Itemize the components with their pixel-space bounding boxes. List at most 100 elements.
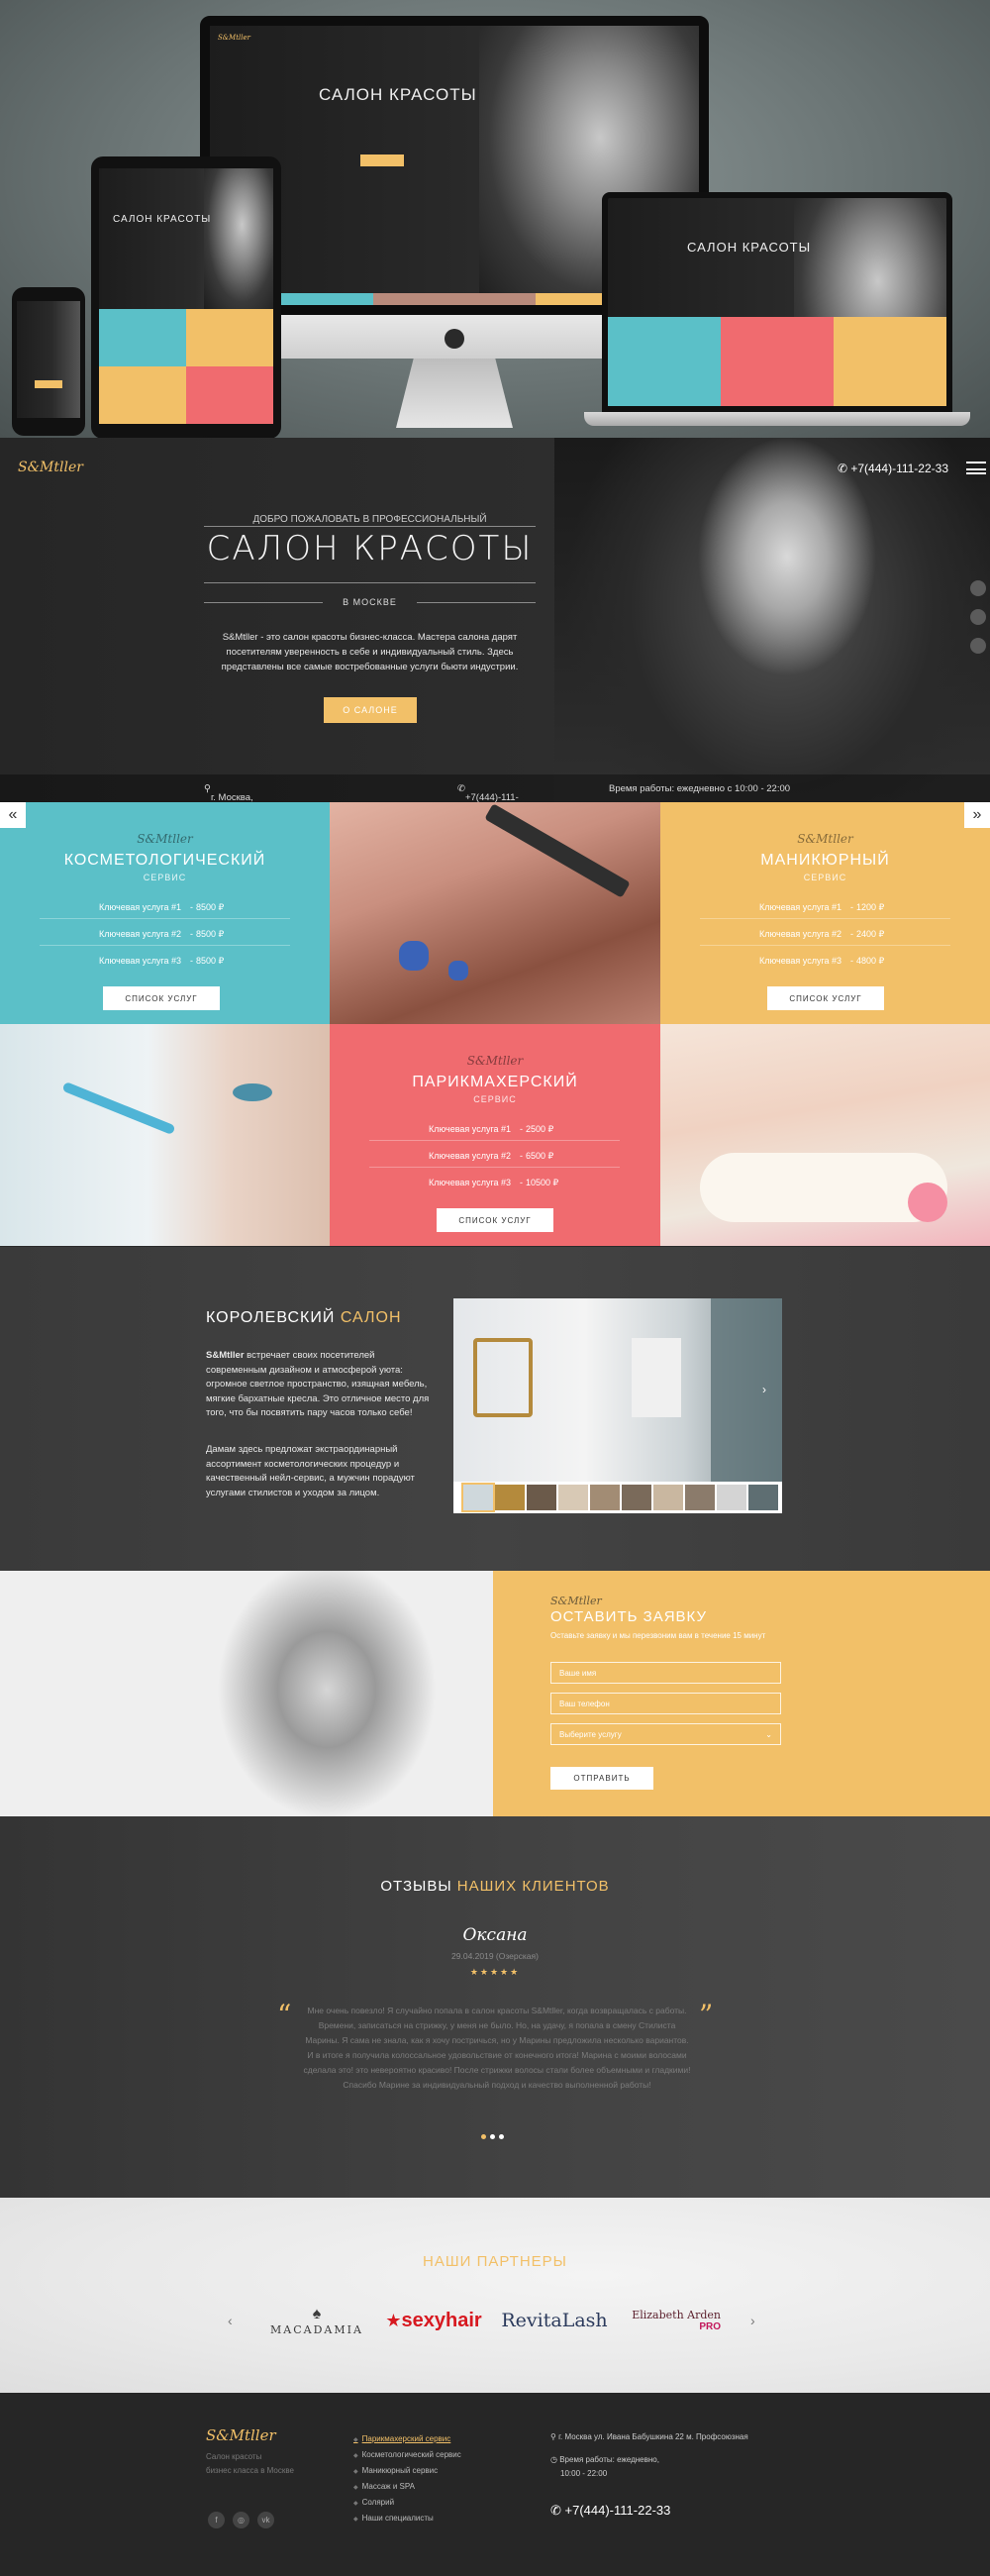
reviews-section: ОТЗЫВЫ НАШИХ КЛИЕНТОВ Оксана 29.04.2019 … [0,1816,990,2198]
partner-logo-sexyhair[interactable]: ★ sexyhair [384,2301,483,2340]
site-logo[interactable]: S&Mtller [18,460,83,475]
gallery-thumb[interactable] [461,1483,495,1512]
name-input[interactable]: Ваше имя [550,1662,781,1684]
gallery-next-icon[interactable]: › [762,1383,766,1396]
review-stars: ★★★★★ [469,1967,521,1977]
service-price: 1200 ₽ [856,902,885,912]
footer-logo[interactable]: S&Mtller [206,2426,276,2444]
hero-info-bar: ⚲ г. Москва, ул. Ивана Москвина 33/1 ✆ +… [0,774,990,802]
vk-icon[interactable]: vk [257,2512,274,2528]
hero-social-icons [970,580,986,667]
footer-hours-label: ◷ Время работы: ежедневно, [550,2455,659,2464]
partners-section: НАШИ ПАРТНЕРЫ ‹ ♠ MACADAMIA ★ sexyhair R… [0,2198,990,2393]
services-next-arrow[interactable]: » [964,802,990,828]
gallery-thumb[interactable] [495,1485,525,1510]
hero-title: САЛОН КРАСОТЫ [206,529,534,568]
footer-address: ⚲ г. Москва ул. Ивана Бабушкина 22 м. Пр… [550,2432,748,2441]
cosmetology-list-button[interactable]: СПИСОК УСЛУГ [103,986,220,1010]
partners-next-arrow[interactable]: › [750,2313,755,2328]
manicure-list-button[interactable]: СПИСОК УСЛУГ [767,986,884,1010]
phone-input[interactable]: Ваш телефон [550,1693,781,1714]
partner-logo-elizabeth-arden[interactable]: Elizabeth Arden PRO [622,2301,721,2340]
submit-button[interactable]: ОТПРАВИТЬ [550,1767,653,1790]
info-phone[interactable]: ✆ +7(444)-111-22-33 [457,783,519,802]
mockup-title: САЛОН КРАСОТЫ [319,85,477,104]
service-name: Ключевая услуга #1 [429,1124,512,1134]
form-note: Оставьте заявку и мы перезвоним вам в те… [550,1631,766,1640]
partners-title: НАШИ ПАРТНЕРЫ [423,2253,567,2270]
gallery-thumb[interactable] [622,1485,651,1510]
hairdresser-list-button[interactable]: СПИСОК УСЛУГ [437,1208,553,1232]
review-text: Мне очень повезло! Я случайно попала в с… [303,2006,691,2090]
footer-phone[interactable]: ✆ +7(444)-111-22-33 [550,2503,670,2519]
footer-link-manicure[interactable]: Маникюрный сервис [353,2466,439,2475]
footer-link-solarium[interactable]: Солярий [353,2498,394,2507]
facebook-icon[interactable]: f [208,2512,225,2528]
hero-welcome: ДОБРО ПОЖАЛОВАТЬ В ПРОФЕССИОНАЛЬНЫЙ [252,514,487,525]
services-prev-arrow[interactable]: « [0,802,26,828]
review-dot[interactable] [490,2134,495,2139]
request-section: S&Mtller ОСТАВИТЬ ЗАЯВКУ Оставьте заявку… [0,1571,990,1816]
gallery-thumbnails [461,1483,778,1512]
service-price: 8500 ₽ [196,929,225,939]
partners-prev-arrow[interactable]: ‹ [228,2313,233,2328]
gallery-main-photo: › [453,1298,782,1482]
vk-icon[interactable] [970,638,986,654]
header-phone[interactable]: ✆ +7(444)-111-22-33 [838,462,948,475]
service-row: Ключевая услуга #3-8500 ₽ [99,956,225,966]
cosmetology-title: КОСМЕТОЛОГИЧЕСКИЙ [63,852,266,869]
service-row: Ключевая услуга #3-10500 ₽ [429,1178,559,1187]
footer-link-hair[interactable]: Парикмахерский сервис [353,2434,451,2443]
service-row: Ключевая услуга #2-8500 ₽ [40,920,290,946]
gallery-thumb[interactable] [558,1485,588,1510]
gallery-thumb[interactable] [748,1485,778,1510]
instagram-icon[interactable] [970,609,986,625]
gallery-thumb[interactable] [590,1485,620,1510]
service-row: Ключевая услуга #1-2500 ₽ [369,1115,620,1141]
review-dot[interactable] [499,2134,504,2139]
facebook-icon[interactable] [970,580,986,596]
reviews-title: ОТЗЫВЫ НАШИХ КЛИЕНТОВ [0,1878,990,1895]
hairdresser-title: ПАРИКМАХЕРСКИЙ [412,1074,578,1090]
partner-logo-macadamia[interactable]: ♠ MACADAMIA [267,2301,366,2340]
sexyhair-text: sexyhair [401,2309,482,2331]
gallery-thumb[interactable] [685,1485,715,1510]
footer-subtitle-1: Салон красоты [206,2452,262,2461]
cosmetology-logo: S&Mtller [137,832,193,846]
royal-title: КОРОЛЕВСКИЙ САЛОН [206,1309,402,1327]
gallery-thumb[interactable] [653,1485,683,1510]
salon-gallery: › [453,1298,782,1513]
hairdresser-tile: S&Mtller ПАРИКМАХЕРСКИЙ СЕРВИС Ключевая … [330,1024,660,1246]
chevron-down-icon: ⌄ [765,1729,772,1739]
revitalash-text: RevitaLash [501,2310,608,2331]
footer-link-cosmetology[interactable]: Косметологический сервис [353,2450,461,2459]
quote-open-icon: “ [277,1999,292,2031]
gallery-thumb[interactable] [717,1485,746,1510]
service-name: Ключевая услуга #2 [429,1151,512,1161]
macadamia-text: MACADAMIA [270,2322,363,2336]
royal-brand: S&Mtller [206,1350,245,1361]
manicure-logo: S&Mtller [797,832,853,846]
service-name: Ключевая услуга #3 [429,1178,512,1187]
instagram-icon[interactable]: ◎ [233,2512,249,2528]
footer-hours-label-text: Время работы: ежедневно, [559,2455,659,2464]
footer-link-spa[interactable]: Массаж и SPA [353,2482,415,2491]
cosmetology-sub: СЕРВИС [143,873,187,882]
laptop-title: САЛОН КРАСОТЫ [687,240,812,255]
service-name: Ключевая услуга #3 [759,956,842,966]
review-dot[interactable] [481,2134,486,2139]
service-select-value: Выберите услугу [559,1729,622,1739]
tablet-device: САЛОН КРАСОТЫ [91,156,281,438]
about-salon-button[interactable]: О САЛОНЕ [324,697,417,723]
elizabeth-arden-pro: PRO [699,2321,721,2332]
cosmetology-photo [0,1024,330,1246]
footer-link-specialists[interactable]: Наши специалисты [353,2514,434,2523]
partner-logo-revitalash[interactable]: RevitaLash [501,2301,607,2340]
footer-address-text: г. Москва ул. Ивана Бабушкина 22 м. Проф… [558,2432,748,2441]
city-rule-right [417,602,536,603]
menu-burger-icon[interactable] [966,462,986,474]
hairdresser-sub: СЕРВИС [473,1094,517,1104]
service-select[interactable]: Выберите услугу ⌄ [550,1723,781,1745]
gallery-thumb[interactable] [527,1485,556,1510]
service-price: 8500 ₽ [196,902,225,912]
